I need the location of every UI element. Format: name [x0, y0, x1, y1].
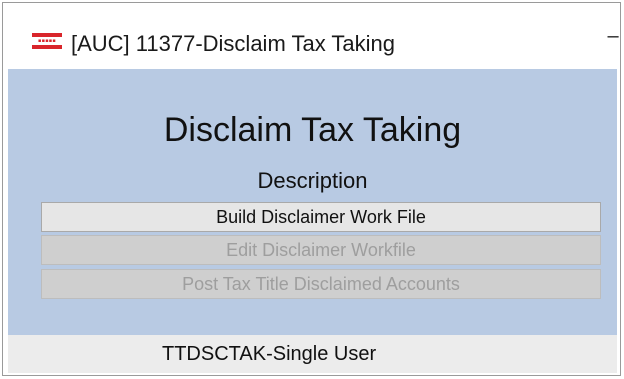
- description-header: Description: [257, 168, 368, 193]
- status-text: TTDSCTAK-Single User: [162, 343, 377, 365]
- logo-bar-bottom: [32, 45, 62, 49]
- logo-mark: ▪▪▪▪▪: [38, 38, 56, 44]
- status-bar: TTDSCTAK-Single User: [8, 335, 617, 373]
- page-title: Disclaim Tax Taking: [163, 111, 462, 149]
- window-title: [AUC] 11377-Disclaim Tax Taking: [71, 31, 396, 56]
- edit-disclaimer-workfile-button: Edit Disclaimer Workfile: [41, 235, 601, 265]
- app-logo-icon: ▪▪▪▪▪: [32, 33, 62, 51]
- post-tax-title-disclaimed-accounts-button: Post Tax Title Disclaimed Accounts: [41, 269, 601, 299]
- title-bar[interactable]: ▪▪▪▪▪ [AUC] 11377-Disclaim Tax Taking –: [3, 3, 620, 69]
- app-window: ▪▪▪▪▪ [AUC] 11377-Disclaim Tax Taking – …: [2, 2, 621, 376]
- minimize-button[interactable]: –: [606, 26, 620, 46]
- logo-bar-top: [32, 33, 62, 37]
- main-panel: Disclaim Tax Taking Description Build Di…: [8, 69, 617, 335]
- build-disclaimer-work-file-button[interactable]: Build Disclaimer Work File: [41, 202, 601, 232]
